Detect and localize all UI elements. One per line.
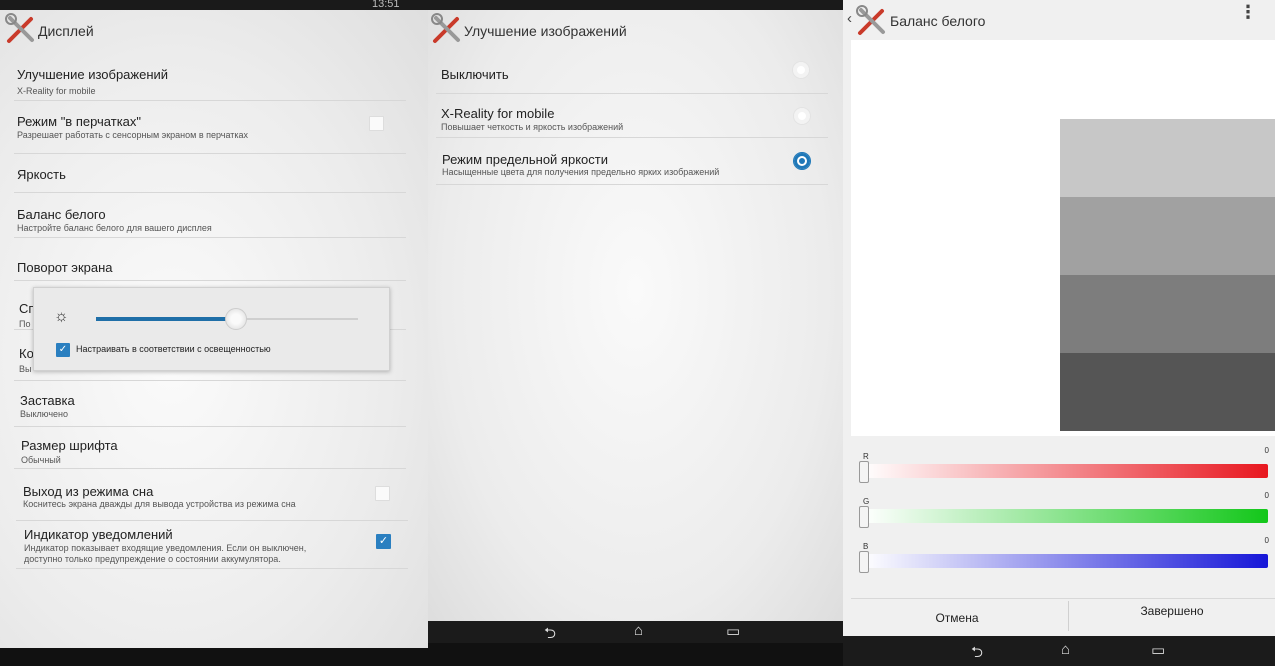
button-bar: Отмена Завершено (851, 598, 1275, 635)
tools-icon (431, 13, 460, 43)
back-icon[interactable]: ⮌ (971, 642, 983, 666)
brightness-slider-thumb[interactable] (225, 308, 247, 330)
item-subtitle: Индикатор показывает входящие уведомлени… (24, 543, 307, 553)
recent-apps-icon[interactable]: ▭ (726, 622, 740, 640)
item-subtitle-2: доступно только предупреждение о состоян… (24, 554, 281, 564)
channel-thumb-g[interactable] (859, 506, 869, 528)
tools-icon (856, 5, 885, 35)
option-x-reality-radio[interactable] (793, 107, 811, 125)
action-bar: Дисплей (0, 10, 428, 52)
gray-swatch-4 (1060, 353, 1275, 431)
channel-label-g: G (863, 497, 870, 506)
gray-swatch-2 (1060, 197, 1275, 275)
glove-mode-checkbox[interactable] (369, 116, 384, 131)
item-subtitle: Вы (19, 364, 32, 374)
item-title: Поворот экрана (17, 260, 113, 275)
option-title: Режим предельной яркости (442, 152, 608, 167)
home-icon[interactable]: ⌂ (1061, 641, 1070, 658)
cancel-button[interactable]: Отмена (851, 601, 1063, 635)
list-item-glove-mode[interactable]: Режим "в перчатках" Разрешает работать с… (14, 103, 406, 154)
channel-label-r: R (863, 452, 869, 461)
tools-icon[interactable] (4, 12, 38, 46)
page-title: Улучшение изображений (464, 23, 627, 39)
image-enhancement-panel: ‹ Улучшение изображений Выключить X-Real… (428, 0, 843, 643)
item-subtitle: Разрешает работать с сенсорным экраном в… (17, 130, 249, 140)
item-title: Баланс белого (17, 207, 106, 222)
list-item-screensaver[interactable]: Заставка Выключено (14, 384, 406, 427)
item-title: Яркость (17, 167, 66, 182)
home-icon[interactable]: ⌂ (634, 622, 643, 639)
list-item-white-balance[interactable]: Баланс белого Настройте баланс белого дл… (14, 195, 406, 238)
action-bar: ‹ Улучшение изображений (428, 10, 843, 52)
channel-value-r: 0 (1264, 446, 1269, 455)
item-title: Улучшение изображений (17, 67, 169, 82)
page-title: Дисплей (38, 23, 94, 39)
gray-swatch-stack (1060, 119, 1275, 431)
auto-brightness-checkbox[interactable]: ✓ (56, 343, 70, 357)
brightness-sun-icon: ☼ (54, 308, 69, 325)
back-icon[interactable]: ⮌ (544, 623, 556, 643)
list-item-brightness[interactable]: Яркость (14, 156, 406, 193)
item-subtitle: Выключено (20, 409, 68, 419)
item-title: Размер шрифта (21, 438, 118, 453)
option-max-brightness-radio[interactable] (793, 152, 811, 170)
channel-thumb-b[interactable] (859, 551, 869, 573)
item-title: Ко (19, 346, 34, 361)
item-subtitle: Коснитесь экрана дважды для вывода устро… (23, 499, 296, 509)
status-bar: 13:51 (0, 0, 428, 10)
list-item-font-size[interactable]: Размер шрифта Обычный (14, 430, 406, 469)
channel-thumb-r[interactable] (859, 461, 869, 483)
page-title: Баланс белого (890, 13, 986, 29)
recent-apps-icon[interactable]: ▭ (1151, 641, 1165, 659)
rgb-sliders: R 0 G 0 B 0 (843, 436, 1275, 596)
option-subtitle: Насыщенные цвета для получения предельно… (442, 167, 720, 177)
channel-slider-r[interactable] (863, 464, 1268, 478)
brightness-dialog: ☼ ✓ Настраивать в соответствии с освещен… (33, 287, 390, 371)
gray-swatch-3 (1060, 275, 1275, 353)
white-balance-panel: ‹ Баланс белого ⋮ R 0 G 0 B 0 Отмена Завершен… (843, 0, 1275, 666)
done-button[interactable]: Завершено (1069, 594, 1275, 628)
back-arrow-icon[interactable]: ‹ (847, 10, 852, 27)
item-subtitle: Настройте баланс белого для вашего диспл… (17, 223, 212, 233)
nav-bar: ⮌ ⌂ ▭ (428, 621, 843, 643)
list-item-wake-gesture[interactable]: Выход из режима сна Коснитесь экрана два… (16, 472, 408, 521)
option-subtitle: Повышает четкость и яркость изображений (441, 122, 624, 132)
item-title: Режим "в перчатках" (17, 114, 142, 129)
wake-gesture-checkbox[interactable] (375, 486, 390, 501)
list-item-notification-light[interactable]: Индикатор уведомлений Индикатор показыва… (16, 522, 408, 569)
channel-value-g: 0 (1264, 491, 1269, 500)
status-bar (428, 0, 843, 10)
gray-swatch-1 (1060, 119, 1275, 197)
auto-brightness-label: Настраивать в соответствии с освещенност… (76, 344, 271, 354)
option-max-brightness[interactable]: Режим предельной яркости Насыщенные цвет… (436, 140, 828, 185)
option-title: Выключить (441, 67, 509, 82)
item-title: Индикатор уведомлений (24, 527, 173, 542)
item-subtitle: По (19, 319, 31, 329)
action-bar: ‹ Баланс белого ⋮ (843, 0, 1275, 40)
option-off[interactable]: Выключить (436, 55, 828, 94)
channel-slider-b[interactable] (863, 554, 1268, 568)
nav-bar: ⮌ ⌂ ▭ (843, 636, 1275, 666)
list-item-screen-rotation[interactable]: Поворот экрана (14, 240, 406, 281)
item-subtitle: X-Reality for mobile (17, 86, 96, 96)
status-time: 13:51 (372, 0, 400, 10)
item-title: Заставка (20, 393, 75, 408)
option-x-reality[interactable]: X-Reality for mobile Повышает четкость и… (436, 96, 828, 138)
preview-area (851, 40, 1275, 436)
overflow-menu-icon[interactable]: ⋮ (1239, 2, 1257, 23)
brightness-slider-fill (96, 317, 235, 321)
channel-label-b: B (863, 542, 869, 551)
channel-slider-g[interactable] (863, 509, 1268, 523)
channel-value-b: 0 (1264, 536, 1269, 545)
list-item-image-enhancement[interactable]: Улучшение изображений X-Reality for mobi… (14, 58, 406, 101)
display-settings-panel: 13:51 Дисплей Улучшение изображений X-Re… (0, 0, 428, 648)
option-off-radio[interactable] (792, 61, 810, 79)
option-title: X-Reality for mobile (441, 106, 555, 121)
item-subtitle: Обычный (21, 455, 61, 465)
item-title: Выход из режима сна (23, 484, 154, 499)
notification-light-checkbox[interactable]: ✓ (376, 534, 391, 549)
